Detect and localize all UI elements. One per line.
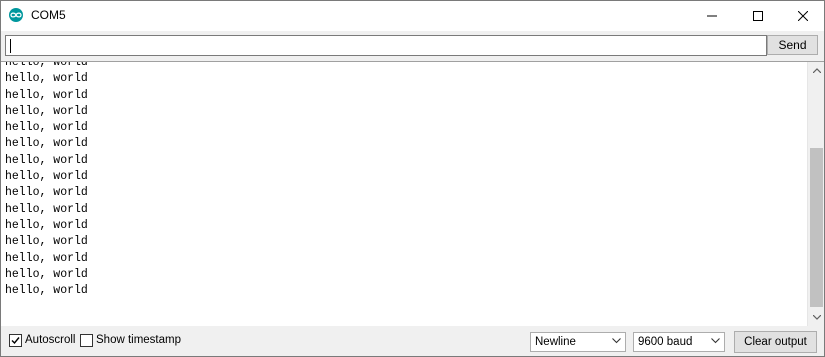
vertical-scrollbar[interactable] [807, 62, 824, 326]
checkmark-icon [11, 337, 20, 345]
arduino-icon [9, 8, 23, 22]
status-bar: Autoscroll Show timestamp Newline 9600 b… [1, 326, 824, 356]
output-line: hello, world [5, 218, 88, 232]
maximize-button[interactable] [735, 1, 781, 31]
output-line: hello, world [5, 72, 88, 86]
minimize-icon [707, 15, 717, 17]
output-line: hello, world [5, 61, 88, 69]
serial-output-text: hello, world hello, world hello, world hell… [5, 61, 88, 299]
chevron-down-icon [812, 315, 821, 320]
scroll-thumb[interactable] [810, 148, 823, 307]
baud-rate-select[interactable]: 9600 baud [633, 332, 725, 352]
output-line: hello, world [5, 235, 88, 249]
maximize-icon [753, 11, 763, 21]
close-button[interactable] [780, 1, 824, 31]
output-line: hello, world [5, 284, 88, 298]
serial-output-area[interactable]: hello, world hello, world hello, world hell… [1, 61, 824, 327]
line-ending-select[interactable]: Newline [530, 332, 626, 352]
scroll-down-button[interactable] [808, 309, 824, 326]
output-line: hello, world [5, 121, 88, 135]
output-line: hello, world [5, 88, 88, 102]
chevron-down-icon [711, 338, 720, 344]
minimize-button[interactable] [689, 1, 735, 31]
window-title: COM5 [31, 8, 66, 22]
output-line: hello, world [5, 104, 88, 118]
chevron-down-icon [612, 338, 621, 344]
output-line: hello, world [5, 267, 88, 281]
title-bar: COM5 [1, 1, 824, 31]
send-row: Send [1, 31, 824, 60]
serial-input[interactable] [5, 35, 767, 56]
text-caret [10, 39, 11, 53]
close-icon [798, 11, 808, 21]
show-timestamp-label[interactable]: Show timestamp [96, 334, 181, 346]
output-line: hello, world [5, 170, 88, 184]
clear-output-button[interactable]: Clear output [734, 331, 817, 353]
autoscroll-checkbox[interactable] [9, 334, 22, 347]
baud-rate-value: 9600 baud [638, 336, 693, 348]
output-line: hello, world [5, 186, 88, 200]
output-line: hello, world [5, 137, 88, 151]
scroll-up-button[interactable] [808, 62, 824, 79]
serial-monitor-window: COM5 Send hello, world hello, world hello,… [0, 0, 825, 357]
send-button[interactable]: Send [767, 35, 818, 55]
output-line: hello, world [5, 153, 88, 167]
chevron-up-icon [812, 68, 821, 73]
line-ending-value: Newline [535, 336, 576, 348]
output-line: hello, world [5, 251, 88, 265]
output-line: hello, world [5, 202, 88, 216]
show-timestamp-checkbox[interactable] [80, 334, 93, 347]
autoscroll-label[interactable]: Autoscroll [25, 334, 76, 346]
